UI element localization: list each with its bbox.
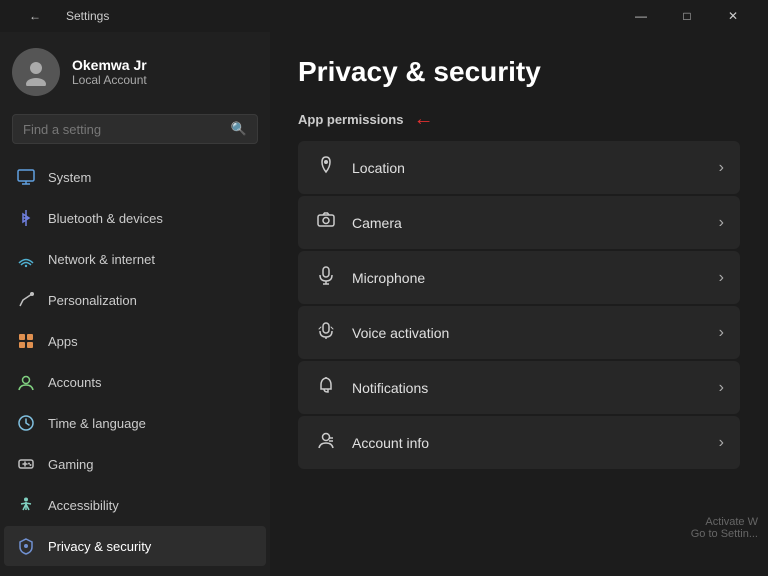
perm-name-location: Location (352, 160, 405, 176)
location-icon (314, 155, 338, 180)
network-icon (16, 249, 36, 269)
sidebar-item-bluetooth-label: Bluetooth & devices (48, 211, 163, 226)
title-bar-controls: — □ ✕ (618, 0, 756, 32)
perm-item-location[interactable]: Location › (298, 141, 740, 194)
sidebar-item-network[interactable]: Network & internet (4, 239, 266, 279)
chevron-camera: › (719, 214, 724, 232)
title-bar: ← Settings — □ ✕ (0, 0, 768, 32)
personalization-icon (16, 290, 36, 310)
privacy-icon (16, 536, 36, 556)
chevron-account-info: › (719, 434, 724, 452)
chevron-location: › (719, 159, 724, 177)
perm-name-notifications: Notifications (352, 380, 428, 396)
user-name: Okemwa Jr (72, 57, 147, 73)
sidebar-item-network-label: Network & internet (48, 252, 155, 267)
search-icon: 🔍 (231, 121, 247, 137)
chevron-microphone: › (719, 269, 724, 287)
perm-left-microphone: Microphone (314, 265, 425, 290)
bluetooth-icon (16, 208, 36, 228)
chevron-notifications: › (719, 379, 724, 397)
avatar (12, 48, 60, 96)
microphone-icon (314, 265, 338, 290)
sidebar-item-accessibility[interactable]: Accessibility (4, 485, 266, 525)
accessibility-icon (16, 495, 36, 515)
voice-activation-icon (314, 320, 338, 345)
arrow-indicator: ← (413, 108, 433, 131)
main-content: Privacy & security App permissions ← Loc… (270, 32, 768, 576)
back-button[interactable]: ← (12, 0, 58, 32)
back-icon: ← (29, 9, 41, 23)
perm-item-account-info[interactable]: Account info › (298, 416, 740, 469)
sidebar: Okemwa Jr Local Account 🔍 S (0, 32, 270, 576)
sidebar-item-windows-update[interactable]: Windows Update (4, 567, 266, 576)
perm-left-location: Location (314, 155, 405, 180)
apps-icon (16, 331, 36, 351)
accounts-icon (16, 372, 36, 392)
search-container: 🔍 (0, 108, 270, 156)
sidebar-item-accessibility-label: Accessibility (48, 498, 119, 513)
perm-name-voice-activation: Voice activation (352, 325, 449, 341)
sidebar-item-apps[interactable]: Apps (4, 321, 266, 361)
sidebar-item-privacy[interactable]: Privacy & security (4, 526, 266, 566)
sidebar-item-time-label: Time & language (48, 416, 146, 431)
perm-name-microphone: Microphone (352, 270, 425, 286)
system-icon (16, 167, 36, 187)
perm-item-voice-activation[interactable]: Voice activation › (298, 306, 740, 359)
sidebar-item-time[interactable]: Time & language (4, 403, 266, 443)
title-bar-left: ← Settings (12, 0, 109, 32)
time-icon (16, 413, 36, 433)
perm-left-camera: Camera (314, 210, 402, 235)
perm-item-notifications[interactable]: Notifications › (298, 361, 740, 414)
maximize-button[interactable]: □ (664, 0, 710, 32)
search-input[interactable] (23, 122, 223, 137)
permissions-list: Location › Camera › (298, 141, 740, 469)
perm-left-notifications: Notifications (314, 375, 428, 400)
title-bar-title: Settings (66, 9, 109, 23)
app-body: Okemwa Jr Local Account 🔍 S (0, 32, 768, 576)
gaming-icon (16, 454, 36, 474)
sidebar-item-apps-label: Apps (48, 334, 78, 349)
sidebar-item-gaming-label: Gaming (48, 457, 94, 472)
perm-item-microphone[interactable]: Microphone › (298, 251, 740, 304)
perm-name-camera: Camera (352, 215, 402, 231)
sidebar-item-system[interactable]: System (4, 157, 266, 197)
search-box: 🔍 (12, 114, 258, 144)
sidebar-item-personalization[interactable]: Personalization (4, 280, 266, 320)
user-account-type: Local Account (72, 73, 147, 87)
section-title: App permissions ← (298, 108, 740, 131)
perm-left-account-info: Account info (314, 430, 429, 455)
sidebar-nav: System Bluetooth & devices (0, 156, 270, 576)
close-button[interactable]: ✕ (710, 0, 756, 32)
sidebar-item-accounts-label: Accounts (48, 375, 101, 390)
perm-left-voice-activation: Voice activation (314, 320, 449, 345)
page-title: Privacy & security (298, 56, 740, 88)
perm-item-camera[interactable]: Camera › (298, 196, 740, 249)
section-label: App permissions (298, 112, 403, 127)
camera-icon (314, 210, 338, 235)
minimize-button[interactable]: — (618, 0, 664, 32)
chevron-voice-activation: › (719, 324, 724, 342)
account-info-icon (314, 430, 338, 455)
sidebar-item-system-label: System (48, 170, 91, 185)
notifications-icon (314, 375, 338, 400)
sidebar-item-accounts[interactable]: Accounts (4, 362, 266, 402)
perm-name-account-info: Account info (352, 435, 429, 451)
sidebar-item-privacy-label: Privacy & security (48, 539, 151, 554)
sidebar-item-personalization-label: Personalization (48, 293, 137, 308)
user-info: Okemwa Jr Local Account (72, 57, 147, 87)
sidebar-item-gaming[interactable]: Gaming (4, 444, 266, 484)
user-profile[interactable]: Okemwa Jr Local Account (0, 32, 270, 108)
sidebar-item-bluetooth[interactable]: Bluetooth & devices (4, 198, 266, 238)
